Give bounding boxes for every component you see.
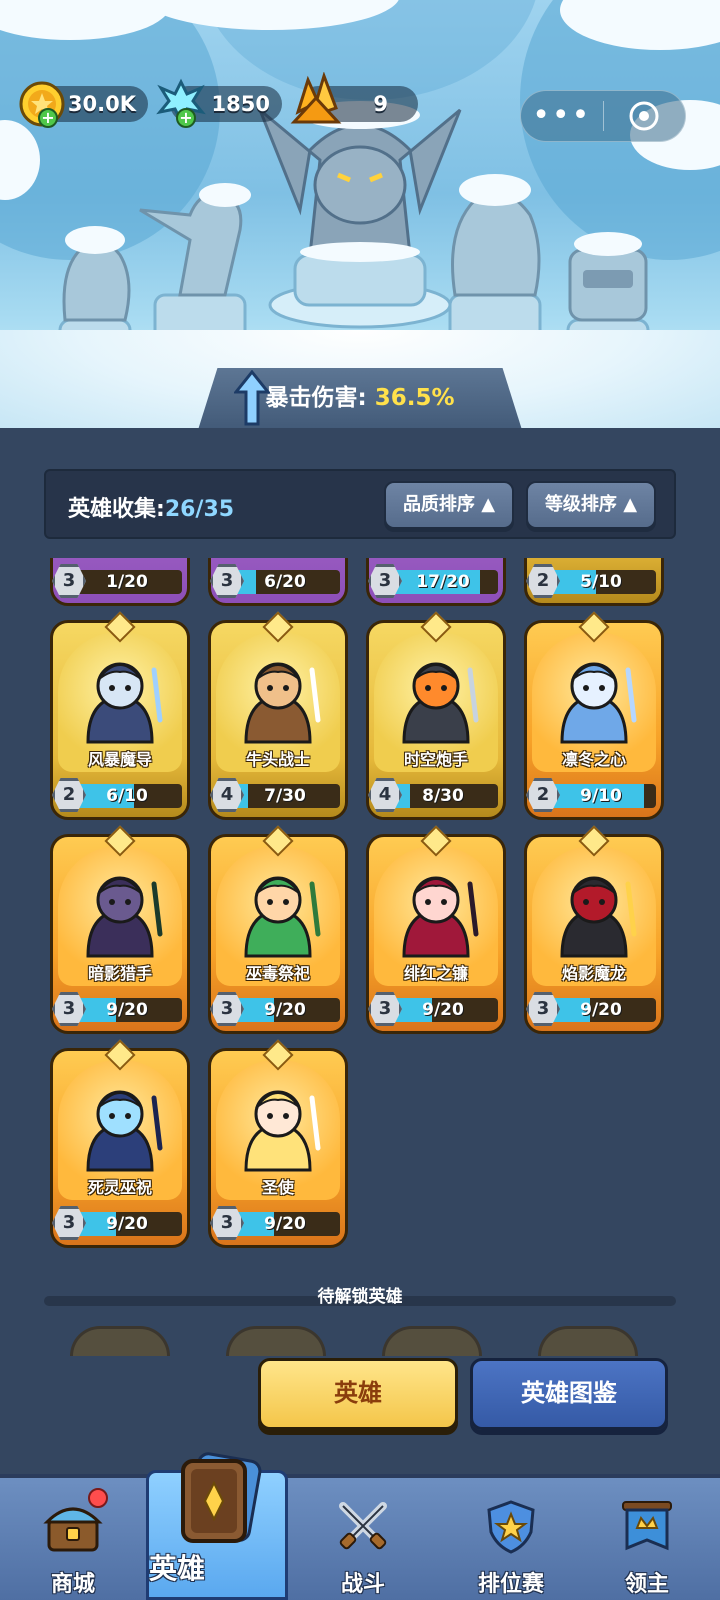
collection-bar: 英雄收集:26/35 品质排序 ▲ 等级排序 ▲	[44, 469, 676, 539]
nav-item-ranked[interactable]: 排位赛	[446, 1478, 576, 1600]
voodoo-priest-portrait	[244, 876, 321, 958]
unlock-section-title: 待解锁英雄	[317, 1287, 403, 1307]
triangle-up-icon: ▲	[481, 494, 496, 515]
hero-name: 牛头战士	[245, 750, 310, 769]
crit-damage-label: 暴击伤害:	[265, 385, 367, 411]
hero-card[interactable]: 圣使 9/20 3	[208, 1039, 348, 1248]
hero-card[interactable]: 风暴魔导 6/10 2	[50, 611, 190, 820]
hero-name: 死灵巫祝	[87, 1178, 152, 1197]
sort-level-label: 等级排序	[544, 494, 617, 515]
hero-name: 巫毒祭祀	[245, 964, 310, 983]
hero-progress-text: 1/20	[106, 572, 148, 592]
hero-progress-text: 5/10	[580, 572, 622, 592]
hero-progress-text: 8/30	[422, 786, 464, 806]
shop-notification-dot	[88, 1488, 108, 1508]
shadow-hunter-portrait	[86, 876, 163, 958]
nav-item-heroes[interactable]: 英雄	[146, 1452, 288, 1600]
nav-label-battle: 战斗	[340, 1572, 385, 1597]
hero-progress-text: 9/20	[264, 1000, 306, 1020]
ranked-shield-icon	[487, 1500, 535, 1554]
angel-portrait	[244, 1090, 321, 1172]
locked-hero-card[interactable]	[382, 1326, 482, 1356]
crystal-amount: 9	[373, 92, 388, 116]
ice-cave-scene	[0, 0, 720, 430]
hero-name: 焰影魔龙	[561, 964, 626, 983]
up-arrow-icon	[234, 370, 270, 426]
add-gold-icon[interactable]: +	[38, 108, 58, 128]
miniprogram-capsule: •••	[520, 90, 686, 142]
nav-label-ranked: 排位赛	[477, 1572, 544, 1597]
nav-item-lord[interactable]: 领主	[584, 1478, 710, 1600]
hero-card[interactable]: 牛头战士 7/30 4	[208, 611, 348, 820]
hero-card[interactable]: 暗影猎手 9/20 3	[50, 825, 190, 1034]
close-target-icon[interactable]	[604, 100, 686, 132]
hero-progress-text: 7/30	[264, 786, 306, 806]
nav-label-shop: 商城	[50, 1572, 95, 1597]
hero-name: 暗影猎手	[87, 964, 152, 983]
hero-progress-text: 9/10	[580, 786, 622, 806]
crit-damage-value: 36.5%	[374, 385, 455, 411]
hero-name: 绯红之镰	[403, 964, 468, 983]
hero-progress-text: 17/20	[416, 572, 470, 592]
collection-label: 英雄收集:	[68, 497, 165, 522]
hero-progress-text: 6/10	[106, 786, 148, 806]
ice-queen-portrait	[560, 662, 637, 744]
more-menu-icon[interactable]: •••	[521, 101, 603, 131]
hero-card[interactable]: 绯红之镰 9/20 3	[366, 825, 506, 1034]
hero-progress-text: 9/20	[264, 1214, 306, 1234]
sort-quality-label: 品质排序	[402, 494, 475, 515]
hero-progress-text: 9/20	[422, 1000, 464, 1020]
locked-hero-card[interactable]	[538, 1326, 638, 1356]
gunner-portrait	[402, 662, 479, 744]
hero-tab-button[interactable]: 英雄	[258, 1358, 458, 1430]
hero-grid: 1/20 3 6/20 3 17/20 3 5/10 2 风暴魔导 6/10 2 牛头战士 7/30 4 时…	[0, 558, 720, 1270]
nav-item-shop[interactable]: 商城	[10, 1478, 136, 1600]
sort-level-button[interactable]: 等级排序 ▲	[526, 481, 656, 529]
sort-quality-button[interactable]: 品质排序 ▲	[384, 481, 514, 529]
crimson-scythe-portrait	[402, 876, 479, 958]
storm-mage-portrait	[86, 662, 163, 744]
hero-card[interactable]: 巫毒祭祀 9/20 3	[208, 825, 348, 1034]
hero-progress-text: 9/20	[106, 1214, 148, 1234]
necromancer-portrait	[86, 1090, 163, 1172]
hero-progress-text: 6/20	[264, 572, 306, 592]
hero-card[interactable]: 焰影魔龙 9/20 3	[524, 825, 664, 1034]
hero-name: 风暴魔导	[87, 750, 152, 769]
hero-card[interactable]: 6/20 3	[208, 558, 348, 606]
lord-banner-icon	[622, 1501, 672, 1551]
shadow-dragon-portrait	[560, 876, 637, 958]
nav-label-heroes: 英雄	[149, 1552, 206, 1585]
hero-card[interactable]: 死灵巫祝 9/20 3	[50, 1039, 190, 1248]
nav-label-lord: 领主	[624, 1572, 669, 1597]
crystal-icon	[290, 72, 342, 124]
minotaur-portrait	[244, 662, 321, 744]
hero-card[interactable]: 时空炮手 8/30 4	[366, 611, 506, 820]
crossed-swords-icon	[339, 1502, 387, 1550]
nav-item-battle[interactable]: 战斗	[300, 1478, 426, 1600]
hero-card[interactable]: 1/20 3	[50, 558, 190, 606]
hero-name: 圣使	[261, 1178, 294, 1197]
collection-count: 26/35	[164, 497, 235, 522]
gold-amount: 30.0K	[67, 92, 136, 116]
triangle-up-icon: ▲	[623, 494, 638, 515]
hero-progress-text: 9/20	[106, 1000, 148, 1020]
diamond-amount: 1850	[211, 92, 270, 116]
bottom-nav: 商城 战斗 排位赛 领主	[0, 1474, 720, 1600]
hero-card-icon	[181, 1452, 262, 1543]
hero-name: 凛冬之心	[561, 750, 626, 769]
hero-card[interactable]: 凛冬之心 9/10 2	[524, 611, 664, 820]
hero-card[interactable]: 17/20 3	[366, 558, 506, 606]
hero-progress-text: 9/20	[580, 1000, 622, 1020]
hero-codex-button[interactable]: 英雄图鉴	[470, 1358, 668, 1430]
collection-text: 英雄收集:26/35	[68, 491, 234, 523]
hero-name: 时空炮手	[403, 750, 468, 769]
locked-hero-card[interactable]	[70, 1326, 170, 1356]
add-diamond-icon[interactable]: +	[176, 108, 196, 128]
locked-hero-card[interactable]	[226, 1326, 326, 1356]
hero-card[interactable]: 5/10 2	[524, 558, 664, 606]
